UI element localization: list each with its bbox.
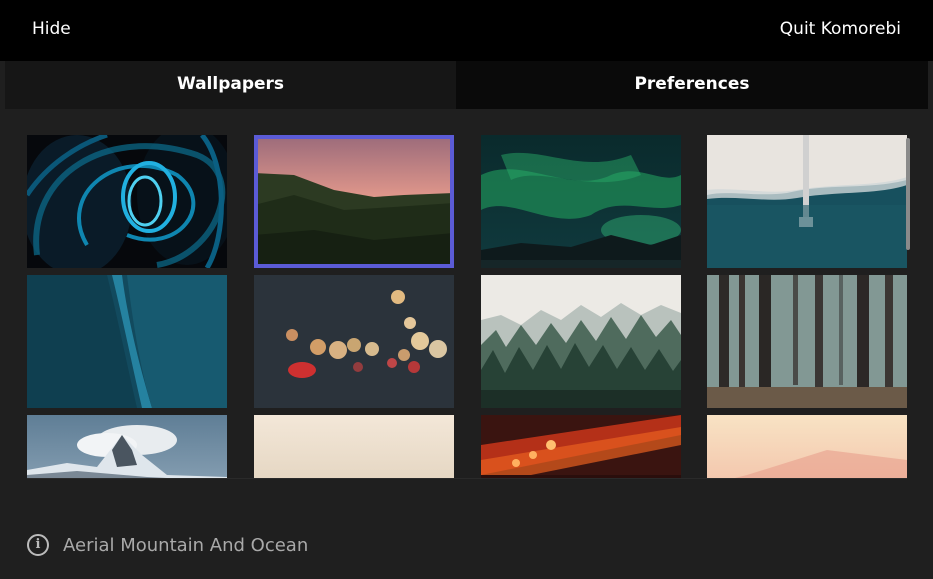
orange-train-image <box>481 415 681 478</box>
light-trail-spiral-image <box>27 135 227 268</box>
city-bokeh-image <box>254 275 454 408</box>
wallpaper-thumbnail-sunset-hills[interactable] <box>254 135 454 268</box>
divider <box>27 478 907 479</box>
sunset-hills-image <box>254 135 454 268</box>
dark-forest-image <box>707 275 907 408</box>
tab-wallpapers[interactable]: Wallpapers <box>5 61 456 109</box>
wallpaper-grid <box>0 110 933 478</box>
wallpaper-thumbnail-peach-haze[interactable] <box>707 415 907 478</box>
blue-water-image <box>27 275 227 408</box>
wallpaper-thumbnail-blue-water[interactable] <box>27 275 227 408</box>
wallpaper-thumbnail-light-trail[interactable] <box>27 135 227 268</box>
peach-haze-image <box>707 415 907 478</box>
tab-preferences[interactable]: Preferences <box>456 61 928 109</box>
wallpaper-thumbnail-beige[interactable] <box>254 415 454 478</box>
aerial-pier-image <box>707 135 907 268</box>
northern-lights-image <box>481 135 681 268</box>
wallpaper-name-label: Aerial Mountain And Ocean <box>63 534 309 556</box>
wallpaper-thumbnail-misty-forest[interactable] <box>481 275 681 408</box>
info-icon: i <box>27 534 49 556</box>
wallpaper-thumbnail-aurora[interactable] <box>481 135 681 268</box>
tab-bar: Wallpapers Preferences <box>5 61 928 109</box>
grid-scrollbar[interactable] <box>906 138 910 250</box>
wallpaper-thumbnail-aerial-pier[interactable] <box>707 135 907 268</box>
hide-button[interactable]: Hide <box>32 19 71 39</box>
quit-button[interactable]: Quit Komorebi <box>780 19 901 39</box>
snowy-mountain-image <box>27 415 227 478</box>
wallpaper-thumbnail-dark-forest[interactable] <box>707 275 907 408</box>
misty-forest-image <box>481 275 681 408</box>
wallpaper-thumbnail-bokeh[interactable] <box>254 275 454 408</box>
wallpaper-info: i Aerial Mountain And Ocean <box>27 531 308 559</box>
wallpaper-thumbnail-snowy-mountain[interactable] <box>27 415 227 478</box>
beige-gradient-image <box>254 415 454 478</box>
header-bar: Hide Quit Komorebi <box>0 0 933 61</box>
wallpaper-thumbnail-train-lights[interactable] <box>481 415 681 478</box>
